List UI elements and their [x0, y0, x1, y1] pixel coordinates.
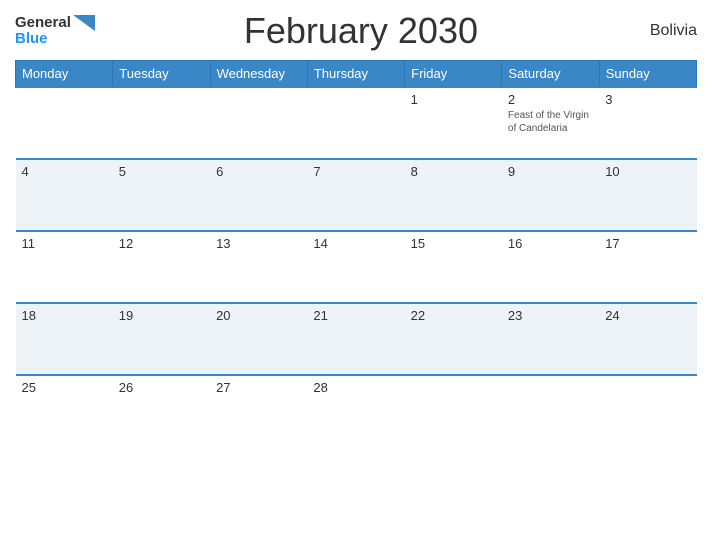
- calendar-cell: [599, 375, 696, 447]
- week-row-3: 11 12 13 14 15 16 17: [16, 231, 697, 303]
- calendar-cell: 13: [210, 231, 307, 303]
- week-row-4: 18 19 20 21 22 23 24: [16, 303, 697, 375]
- header-friday: Friday: [405, 61, 502, 88]
- logo-blue-text: Blue: [15, 31, 48, 48]
- calendar-cell: 20: [210, 303, 307, 375]
- header-wednesday: Wednesday: [210, 61, 307, 88]
- day-number: 28: [313, 380, 398, 395]
- day-number: 6: [216, 164, 301, 179]
- day-number: 16: [508, 236, 593, 251]
- day-number: 2: [508, 92, 593, 107]
- day-number: 10: [605, 164, 690, 179]
- day-number: 27: [216, 380, 301, 395]
- logo-general-text: General: [15, 15, 71, 32]
- calendar-cell: [307, 87, 404, 159]
- day-number: 5: [119, 164, 204, 179]
- day-number: 4: [22, 164, 107, 179]
- day-number: 13: [216, 236, 301, 251]
- logo-icon: [73, 15, 95, 31]
- day-number: 8: [411, 164, 496, 179]
- day-number: 12: [119, 236, 204, 251]
- event-text: Feast of the Virgin of Candelaria: [508, 109, 593, 135]
- calendar-title: February 2030: [244, 10, 478, 52]
- calendar-cell: [210, 87, 307, 159]
- calendar-cell: 24: [599, 303, 696, 375]
- calendar-cell: 25: [16, 375, 113, 447]
- calendar-cell: 14: [307, 231, 404, 303]
- calendar-cell: 10: [599, 159, 696, 231]
- calendar-cell: [113, 87, 210, 159]
- calendar-cell: 17: [599, 231, 696, 303]
- calendar-header: General Blue February 2030 Bolivia: [15, 10, 697, 52]
- day-number: 24: [605, 308, 690, 323]
- calendar-table: Monday Tuesday Wednesday Thursday Friday…: [15, 60, 697, 447]
- day-number: 21: [313, 308, 398, 323]
- header-tuesday: Tuesday: [113, 61, 210, 88]
- day-number: 26: [119, 380, 204, 395]
- day-number: 17: [605, 236, 690, 251]
- week-row-1: 12 Feast of the Virgin of Candelaria 3: [16, 87, 697, 159]
- calendar-cell: 21: [307, 303, 404, 375]
- calendar-cell: 15: [405, 231, 502, 303]
- day-number: 11: [22, 236, 107, 251]
- day-number: 19: [119, 308, 204, 323]
- country-label: Bolivia: [627, 22, 697, 40]
- week-row-2: 456789 10: [16, 159, 697, 231]
- calendar-cell: 4: [16, 159, 113, 231]
- header-saturday: Saturday: [502, 61, 599, 88]
- calendar-cell: 9: [502, 159, 599, 231]
- day-number: 9: [508, 164, 593, 179]
- calendar-container: General Blue February 2030 Bolivia Monda…: [0, 0, 712, 550]
- calendar-cell: 22: [405, 303, 502, 375]
- calendar-cell: 26: [113, 375, 210, 447]
- calendar-cell: 7: [307, 159, 404, 231]
- header-monday: Monday: [16, 61, 113, 88]
- calendar-cell: 8: [405, 159, 502, 231]
- calendar-cell: 16: [502, 231, 599, 303]
- calendar-cell: [502, 375, 599, 447]
- logo: General Blue: [15, 15, 95, 48]
- header-thursday: Thursday: [307, 61, 404, 88]
- week-row-5: 25 26 27 28: [16, 375, 697, 447]
- calendar-cell: 3: [599, 87, 696, 159]
- day-headers-row: Monday Tuesday Wednesday Thursday Friday…: [16, 61, 697, 88]
- calendar-cell: [16, 87, 113, 159]
- calendar-cell: 28: [307, 375, 404, 447]
- day-number: 22: [411, 308, 496, 323]
- day-number: 18: [22, 308, 107, 323]
- day-number: 20: [216, 308, 301, 323]
- header-sunday: Sunday: [599, 61, 696, 88]
- day-number: 3: [605, 92, 690, 107]
- calendar-cell: 6: [210, 159, 307, 231]
- calendar-cell: 18: [16, 303, 113, 375]
- calendar-cell: 11: [16, 231, 113, 303]
- calendar-cell: 1: [405, 87, 502, 159]
- calendar-cell: 19: [113, 303, 210, 375]
- calendar-cell: [405, 375, 502, 447]
- day-number: 25: [22, 380, 107, 395]
- day-number: 14: [313, 236, 398, 251]
- day-number: 23: [508, 308, 593, 323]
- day-number: 7: [313, 164, 398, 179]
- calendar-cell: 12: [113, 231, 210, 303]
- calendar-cell: 2 Feast of the Virgin of Candelaria: [502, 87, 599, 159]
- calendar-cell: 23: [502, 303, 599, 375]
- calendar-cell: 5: [113, 159, 210, 231]
- day-number: 15: [411, 236, 496, 251]
- day-number: 1: [411, 92, 496, 107]
- calendar-cell: 27: [210, 375, 307, 447]
